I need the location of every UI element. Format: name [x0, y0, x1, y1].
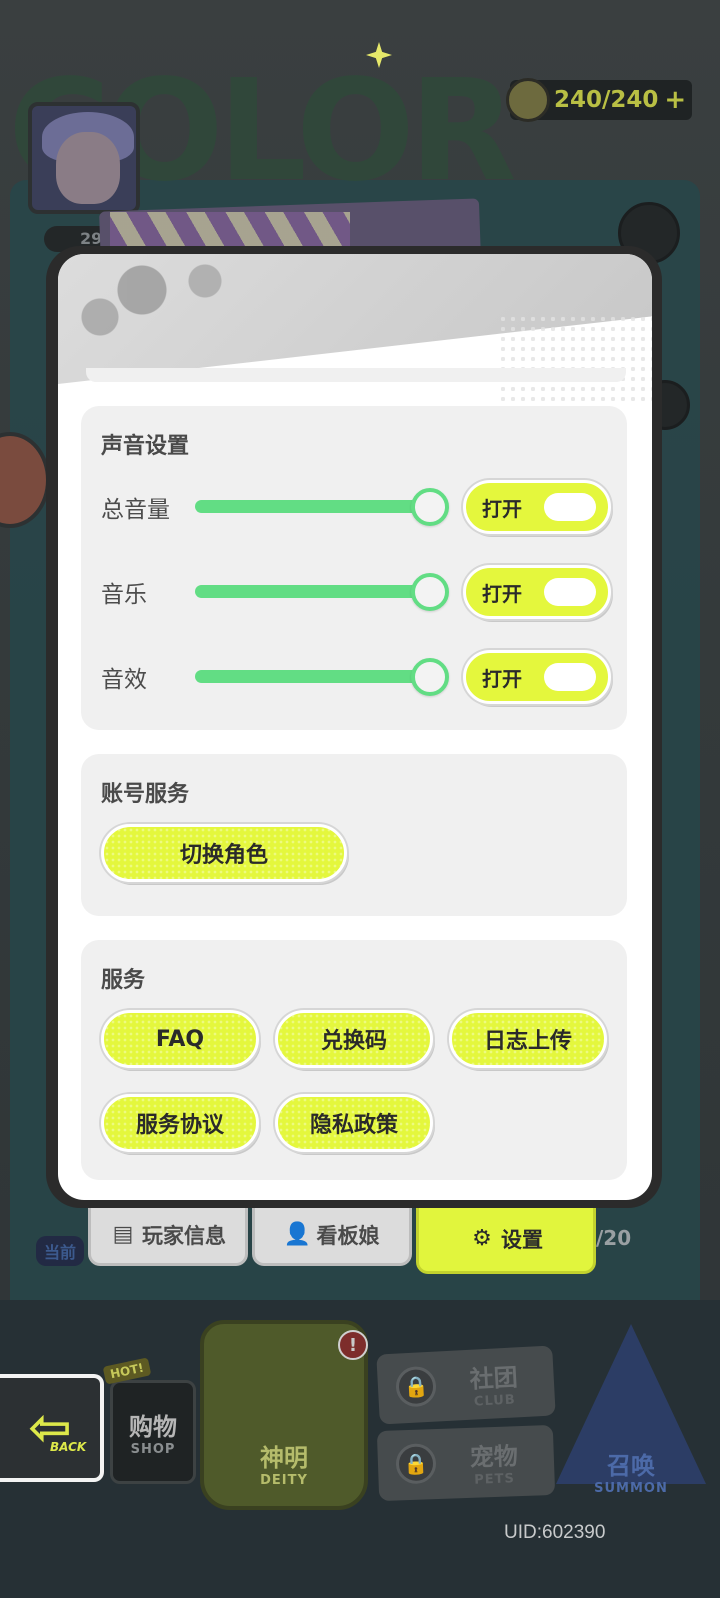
- sfx-volume-slider[interactable]: [195, 670, 435, 683]
- toggle-knob: [544, 578, 596, 606]
- user-icon: 👤: [283, 1222, 312, 1247]
- tab-settings[interactable]: ⚙ 设置: [416, 1206, 596, 1274]
- sound-settings-title: 声音设置: [101, 434, 190, 459]
- pets-label-en: PETS: [474, 1471, 516, 1488]
- toggle-knob: [544, 493, 596, 521]
- shop-label: 购物: [129, 1413, 177, 1441]
- sfx-volume-row: 音效 打开: [101, 650, 611, 704]
- music-volume-slider-thumb[interactable]: [411, 573, 449, 611]
- tab-player-info[interactable]: ▤ 玩家信息: [88, 1206, 248, 1266]
- player-avatar[interactable]: [28, 102, 140, 214]
- toggle-label: 打开: [482, 496, 522, 521]
- back-button[interactable]: ⇦ BACK: [0, 1374, 104, 1482]
- tab-mascot[interactable]: 👤 看板娘: [252, 1206, 412, 1266]
- summon-label-en: SUMMON: [594, 1481, 668, 1496]
- shop-label-en: SHOP: [130, 1442, 176, 1457]
- summon-label: 召唤: [607, 1452, 655, 1480]
- toggle-label: 打开: [482, 666, 522, 691]
- avatar-face: [56, 132, 120, 204]
- log-upload-button[interactable]: 日志上传: [449, 1010, 607, 1068]
- sfx-volume-label: 音效: [101, 667, 147, 693]
- header-splash-decoration: [58, 254, 268, 344]
- current-label: 当前: [36, 1236, 85, 1266]
- id-card-icon: ▤: [112, 1222, 134, 1247]
- account-service-title: 账号服务: [101, 782, 190, 807]
- sfx-toggle[interactable]: 打开: [463, 650, 611, 704]
- music-volume-row: 音乐 打开: [101, 565, 611, 619]
- deity-label: 神明: [260, 1444, 308, 1472]
- toggle-label: 打开: [482, 581, 522, 606]
- notification-badge: !: [338, 1330, 368, 1360]
- add-energy-icon[interactable]: +: [664, 85, 686, 115]
- energy-value: 240/240: [554, 87, 659, 113]
- summon-button[interactable]: 召唤 SUMMON: [556, 1324, 706, 1510]
- master-volume-label: 总音量: [101, 497, 170, 523]
- service-agreement-button[interactable]: 服务协议: [101, 1094, 259, 1152]
- redeem-code-button[interactable]: 兑换码: [275, 1010, 433, 1068]
- settings-dialog: 声音设置 总音量 打开 音乐 打开 音效 打开 账号服务 切换角色 服务 FAQ…: [46, 246, 662, 1208]
- sound-settings-section: 声音设置 总音量 打开 音乐 打开 音效 打开: [81, 406, 627, 730]
- account-service-section: 账号服务 切换角色: [81, 754, 627, 916]
- lock-icon: 🔒: [395, 1443, 437, 1485]
- music-volume-slider[interactable]: [195, 585, 435, 598]
- service-title: 服务: [101, 968, 146, 993]
- toggle-knob: [544, 663, 596, 691]
- privacy-policy-button[interactable]: 隐私政策: [275, 1094, 433, 1152]
- master-volume-slider-thumb[interactable]: [411, 488, 449, 526]
- header-divider: [86, 368, 626, 382]
- club-label: 社团: [469, 1363, 519, 1394]
- pets-button[interactable]: 🔒 宠物 PETS: [376, 1424, 556, 1502]
- music-volume-label: 音乐: [101, 582, 147, 608]
- deity-label-en: DEITY: [260, 1473, 308, 1488]
- energy-icon: [506, 78, 550, 122]
- pets-label: 宠物: [469, 1442, 519, 1472]
- master-volume-toggle[interactable]: 打开: [463, 480, 611, 534]
- service-section: 服务 FAQ 兑换码 日志上传 服务协议 隐私政策: [81, 940, 627, 1180]
- uid-label: UID:602390: [504, 1522, 606, 1543]
- settings-dialog-panel: 声音设置 总音量 打开 音乐 打开 音效 打开 账号服务 切换角色 服务 FAQ…: [58, 254, 652, 1200]
- shop-button[interactable]: 购物 SHOP: [110, 1380, 196, 1484]
- tab-mascot-label: 看板娘: [316, 1223, 380, 1248]
- switch-role-button[interactable]: 切换角色: [101, 824, 347, 882]
- energy-counter[interactable]: 240/240 +: [506, 78, 692, 122]
- back-label: BACK: [50, 1440, 87, 1454]
- collection-count: /20: [596, 1226, 632, 1250]
- club-label-en: CLUB: [473, 1392, 517, 1410]
- club-button[interactable]: 🔒 社团 CLUB: [376, 1345, 556, 1425]
- sfx-volume-slider-thumb[interactable]: [411, 658, 449, 696]
- music-toggle[interactable]: 打开: [463, 565, 611, 619]
- tab-settings-label: 设置: [501, 1227, 543, 1252]
- tab-player-info-label: 玩家信息: [142, 1223, 226, 1248]
- header-dots-decoration: [498, 314, 652, 404]
- master-volume-slider[interactable]: [195, 500, 435, 513]
- gear-icon: ⚙: [472, 1226, 492, 1251]
- master-volume-row: 总音量 打开: [101, 480, 611, 534]
- lock-icon: 🔒: [394, 1365, 438, 1408]
- faq-button[interactable]: FAQ: [101, 1010, 259, 1068]
